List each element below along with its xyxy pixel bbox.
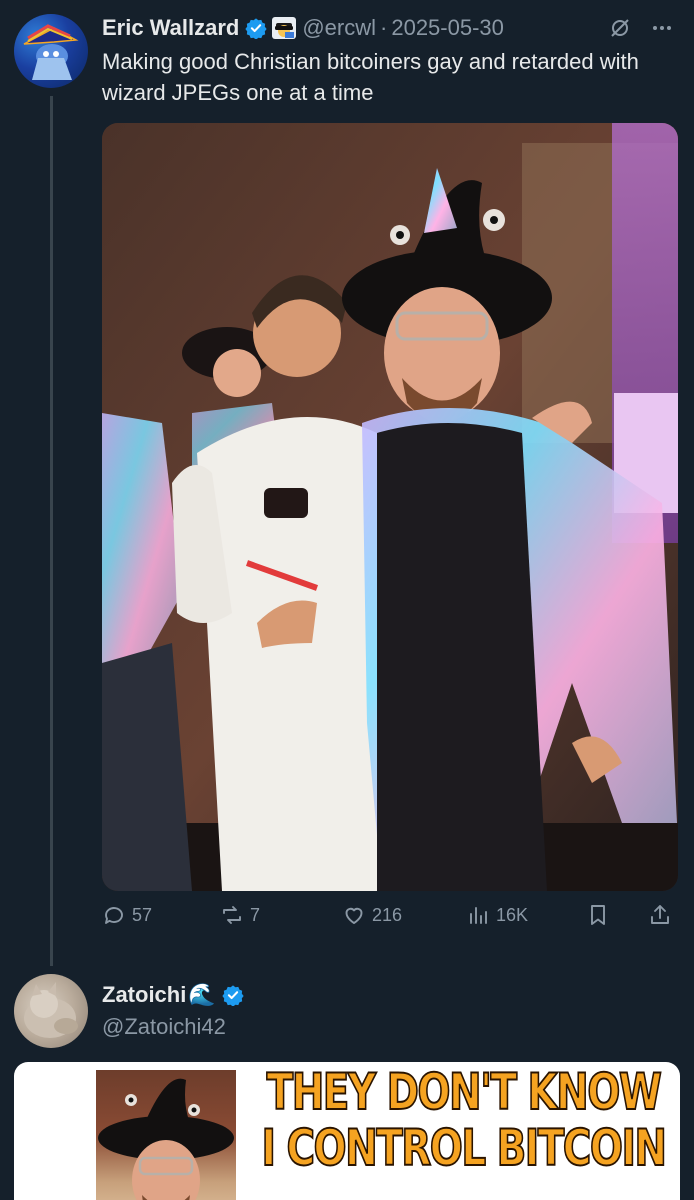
tweet-text: Making good Christian bitcoiners gay and… xyxy=(102,49,639,105)
separator-dot: · xyxy=(380,15,388,40)
author-name[interactable]: Eric Wallzard xyxy=(102,15,239,41)
like-icon xyxy=(345,907,363,924)
reply-button[interactable]: 57 xyxy=(102,903,152,927)
reply-header: Zatoichi 🌊 xyxy=(102,982,244,1008)
bookmark-icon xyxy=(591,905,605,925)
repost-button[interactable]: 7 xyxy=(220,903,260,927)
reply-count: 57 xyxy=(132,904,153,925)
tweet-photo[interactable] xyxy=(102,123,678,891)
tweet-date[interactable]: 2025-05-30 xyxy=(391,15,504,41)
views-count: 16K xyxy=(496,904,529,925)
share-icon xyxy=(651,905,669,924)
meme-caption-line-1: THEY DON'T KNOW xyxy=(266,1063,663,1121)
affiliate-badge-icon[interactable] xyxy=(272,17,297,39)
reply-author-avatar[interactable] xyxy=(14,974,88,1048)
bookmark-button[interactable] xyxy=(586,903,610,927)
reply-author-name[interactable]: Zatoichi xyxy=(102,982,186,1008)
party-photo-illustration xyxy=(102,123,678,891)
repost-count: 7 xyxy=(250,904,261,925)
reply-author-handle[interactable]: @Zatoichi42 xyxy=(102,1014,226,1040)
wizard-avatar-art xyxy=(23,24,79,80)
thread-connector-line xyxy=(50,96,53,966)
verified-badge-icon[interactable] xyxy=(245,17,267,39)
thread-view: Eric Wallzard @ercwl · 2025-05-30 Making… xyxy=(0,0,694,1200)
reply-icon xyxy=(105,907,123,924)
grok-icon[interactable] xyxy=(608,16,632,40)
views-icon xyxy=(470,907,487,924)
like-button[interactable]: 216 xyxy=(342,903,402,927)
like-count: 216 xyxy=(372,904,403,925)
share-button[interactable] xyxy=(648,903,672,927)
tweet-actions: 57 7 216 16K xyxy=(102,903,682,937)
tweet-header: Eric Wallzard @ercwl · 2025-05-30 xyxy=(102,8,674,48)
repost-icon xyxy=(223,906,241,924)
author-avatar[interactable] xyxy=(14,14,88,88)
wave-emoji: 🌊 xyxy=(188,982,216,1007)
verified-badge-icon[interactable] xyxy=(222,984,244,1006)
meme-photo xyxy=(96,1070,236,1200)
reply-meme-image[interactable]: THEY DON'T KNOW I CONTROL BITCOIN xyxy=(14,1062,680,1200)
cat-avatar-art xyxy=(24,982,78,1038)
more-icon[interactable] xyxy=(650,16,674,40)
author-handle[interactable]: @ercwl xyxy=(302,15,376,41)
meme-caption: THEY DON'T KNOW I CONTROL BITCOIN xyxy=(249,1063,678,1177)
views-button[interactable]: 16K xyxy=(466,903,528,927)
meme-caption-line-2: I CONTROL BITCOIN xyxy=(261,1119,668,1177)
